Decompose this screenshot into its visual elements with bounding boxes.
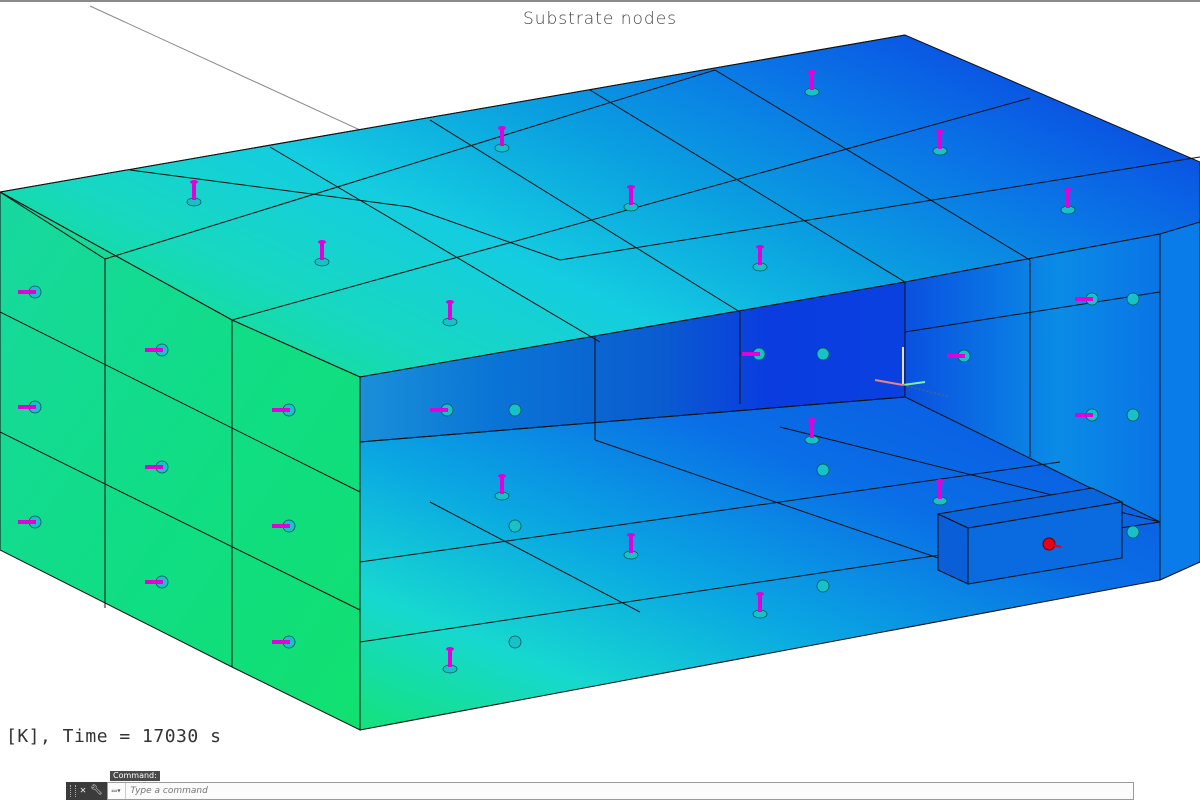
model-viewport[interactable]: Substrate nodes [K], Time = 17030 s [0,2,1200,777]
interior-node[interactable] [816,347,830,361]
wrench-icon[interactable]: 🔧︎ [90,782,103,800]
command-input-wrap: ▭▾ [106,782,1134,800]
drag-grip-icon[interactable] [70,785,76,797]
model-canvas[interactable] [0,2,1200,777]
interior-node[interactable] [508,519,522,533]
viewport-title: Substrate nodes [522,9,678,29]
command-line-bar: ✕ 🔧︎ ▭▾ [66,782,1134,800]
substrate-right-face[interactable] [1159,221,1200,581]
interior-node[interactable] [1126,408,1140,422]
command-prompt-icon[interactable]: ▭▾ [108,783,127,799]
interior-node[interactable] [816,579,830,593]
command-line-tools: ✕ 🔧︎ [66,782,107,800]
interior-node[interactable] [508,635,522,649]
interior-node[interactable] [816,463,830,477]
close-icon[interactable]: ✕ [80,782,86,800]
interior-node[interactable] [508,403,522,417]
interior-node[interactable] [1126,525,1140,539]
interior-node[interactable] [1126,292,1140,306]
result-status-text: [K], Time = 17030 s [6,726,222,747]
command-label: Command: [110,771,160,781]
app-frame: Substrate nodes [K], Time = 17030 s Comm… [0,0,1200,800]
command-input[interactable] [126,784,1133,798]
